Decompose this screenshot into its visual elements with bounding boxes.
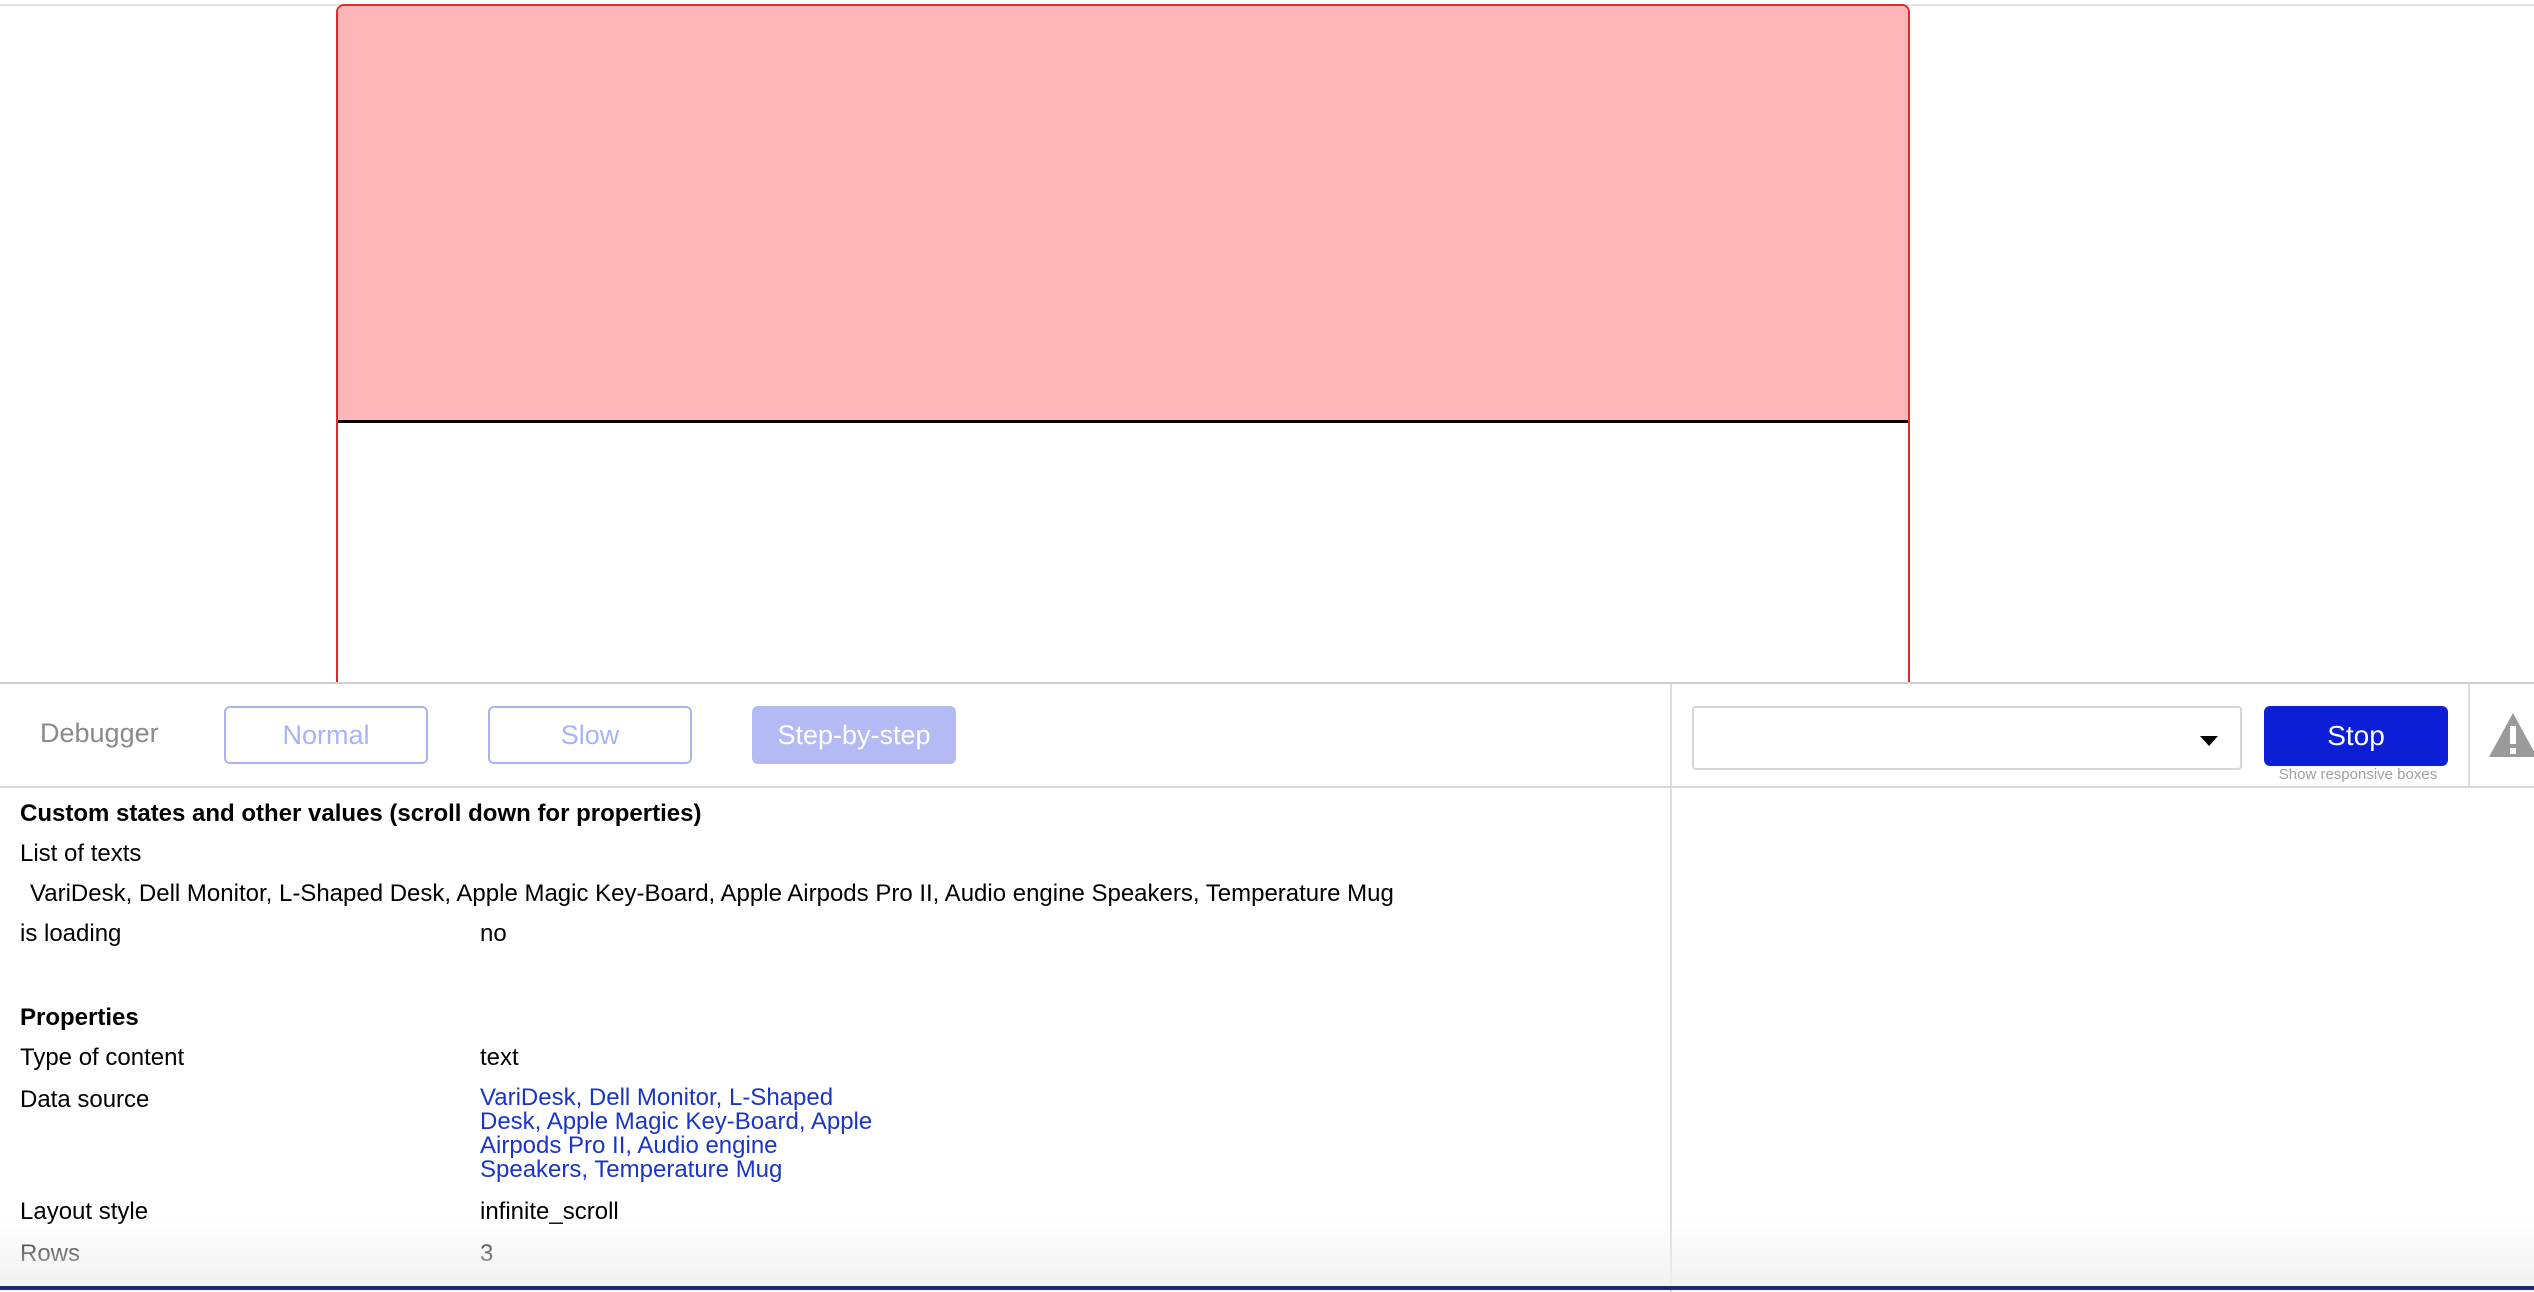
warning-icon[interactable]	[2488, 710, 2534, 760]
is-loading-value: no	[480, 920, 507, 948]
debugger-toolbar: Debugger Normal Slow Step-by-step Stop S…	[0, 684, 2534, 788]
slow-speed-button[interactable]: Slow	[488, 706, 692, 764]
chevron-down-icon	[2200, 736, 2218, 746]
layout-style-value: infinite_scroll	[480, 1198, 619, 1226]
stop-button[interactable]: Stop	[2264, 706, 2448, 766]
normal-speed-button[interactable]: Normal	[224, 706, 428, 764]
data-source-label: Data source	[20, 1086, 149, 1114]
show-responsive-boxes-link[interactable]: Show responsive boxes	[2270, 766, 2446, 783]
list-of-texts-value: VariDesk, Dell Monitor, L-Shaped Desk, A…	[30, 880, 1394, 908]
debugger-title: Debugger	[40, 718, 159, 749]
type-of-content-label: Type of content	[20, 1044, 184, 1072]
is-loading-label: is loading	[20, 920, 121, 948]
data-source-link[interactable]: VariDesk, Dell Monitor, L-Shaped Desk, A…	[480, 1086, 880, 1182]
element-inspector-select[interactable]	[1692, 706, 2242, 770]
type-of-content-value: text	[480, 1044, 519, 1072]
toolbar-divider	[2468, 684, 2470, 786]
bottom-bar	[0, 1286, 2534, 1290]
panel-divider	[1670, 684, 1672, 1292]
properties-title: Properties	[20, 1004, 139, 1032]
layout-style-label: Layout style	[20, 1198, 148, 1226]
preview-repeating-group[interactable]	[336, 4, 1910, 684]
rows-value: 3	[480, 1240, 493, 1268]
preview-cell[interactable]	[338, 6, 1908, 423]
custom-states-title: Custom states and other values (scroll d…	[20, 800, 701, 828]
debugger-panel: Debugger Normal Slow Step-by-step Stop S…	[0, 682, 2534, 1292]
rows-label: Rows	[20, 1240, 80, 1268]
list-of-texts-label: List of texts	[20, 840, 141, 868]
step-by-step-button[interactable]: Step-by-step	[752, 706, 956, 764]
